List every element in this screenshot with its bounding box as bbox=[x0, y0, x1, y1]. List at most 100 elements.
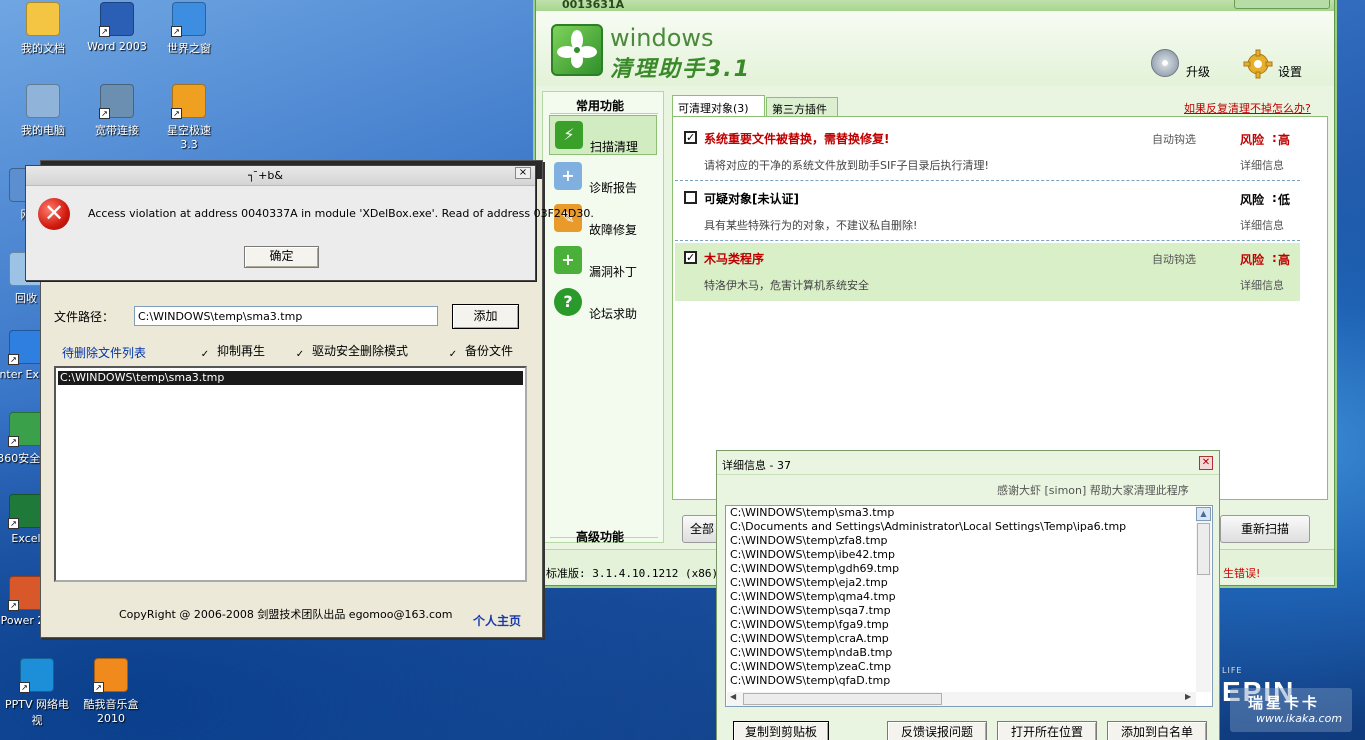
error-ok-button[interactable]: 确定 bbox=[244, 246, 319, 268]
risk-level: 低 bbox=[1278, 193, 1291, 207]
desktop-icon-label: Word 2003 bbox=[87, 40, 147, 53]
detail-titlebar[interactable] bbox=[717, 451, 1219, 475]
risk-sep: : bbox=[1272, 191, 1277, 205]
detail-file-row[interactable]: C:\WINDOWS\temp\ndaB.tmp bbox=[730, 646, 892, 660]
tab-cleanable[interactable]: 可清理对象(3) bbox=[672, 95, 765, 117]
detail-file-row[interactable]: C:\Documents and Settings\Administrator\… bbox=[730, 520, 1126, 534]
desktop-icon[interactable]: ↗ 宽带连接 bbox=[85, 84, 149, 138]
report-icon: + bbox=[554, 162, 582, 190]
result-item[interactable]: 可疑对象[未认证] 风险: 低具有某些特殊行为的对象，不建议私自删除! 详细信息 bbox=[675, 183, 1300, 241]
detail-action-button[interactable]: 打开所在位置 bbox=[997, 721, 1097, 740]
shortcut-arrow-icon: ↗ bbox=[99, 26, 110, 37]
delete-file-list[interactable] bbox=[54, 366, 527, 582]
checkbox-box[interactable]: ✓ bbox=[294, 350, 306, 362]
result-item[interactable]: ✓ 木马类程序 自动钩选 风险: 高特洛伊木马，危害计算机系统安全 详细信息 bbox=[675, 243, 1300, 301]
settings-button[interactable]: 设置 bbox=[1243, 49, 1323, 85]
desktop-icon[interactable]: ↗ 酷我音乐盒 2010 bbox=[79, 658, 143, 725]
detail-file-row[interactable]: C:\WINDOWS\temp\sma3.tmp bbox=[730, 506, 894, 520]
detail-file-row[interactable]: C:\WINDOWS\temp\eja2.tmp bbox=[730, 576, 888, 590]
detail-file-row[interactable]: C:\WINDOWS\temp\fga9.tmp bbox=[730, 618, 889, 632]
detail-action-button[interactable]: 复制到剪贴板 bbox=[733, 721, 829, 740]
shortcut-arrow-icon: ↗ bbox=[19, 682, 30, 693]
status-error[interactable]: 生错误! bbox=[1223, 565, 1260, 581]
sidebar-item[interactable]: + 诊断报告 bbox=[549, 157, 657, 197]
detail-file-row[interactable]: C:\WINDOWS\temp\craA.tmp bbox=[730, 632, 889, 646]
item-description: 特洛伊木马，危害计算机系统安全 bbox=[704, 279, 869, 292]
sidebar-item[interactable]: ⚡ 扫描清理 bbox=[549, 115, 657, 155]
brand-life-text: LIFE bbox=[1222, 666, 1243, 675]
shortcut-arrow-icon: ↗ bbox=[8, 518, 19, 529]
sidebar-item[interactable]: ? 论坛求助 bbox=[549, 283, 657, 323]
scroll-left-arrow-icon[interactable]: ◀ bbox=[730, 692, 736, 701]
watermark-logo: 瑞星卡卡 bbox=[1248, 694, 1321, 712]
detail-action-button[interactable]: 反馈误报问题 bbox=[887, 721, 987, 740]
shortcut-arrow-icon: ↗ bbox=[171, 108, 182, 119]
item-checkbox[interactable]: ✓ bbox=[684, 131, 697, 144]
hscroll-thumb[interactable] bbox=[743, 693, 942, 705]
sidebar-item-label: 故障修复 bbox=[589, 223, 638, 237]
file-list-row[interactable]: C:\WINDOWS\temp\sma3.tmp bbox=[58, 371, 523, 385]
shortcut-arrow-icon: ↗ bbox=[8, 354, 19, 365]
shortcut-arrow-icon: ↗ bbox=[8, 600, 19, 611]
desktop-icon-label: 星空极速 3.3 bbox=[167, 124, 211, 151]
detail-link[interactable]: 详细信息 bbox=[1240, 277, 1284, 293]
desktop-icon[interactable]: ↗ Word 2003 bbox=[85, 2, 149, 53]
cd-upgrade-icon bbox=[1151, 49, 1179, 77]
detail-link[interactable]: 详细信息 bbox=[1240, 217, 1284, 233]
desktop-icon[interactable]: 我的电脑 bbox=[11, 84, 75, 138]
gear-settings-icon bbox=[1243, 49, 1273, 79]
tab-plugins[interactable]: 第三方插件 bbox=[766, 97, 838, 117]
detail-hscrollbar[interactable]: ◀ ▶ bbox=[727, 692, 1196, 706]
detail-close-button[interactable]: ✕ bbox=[1199, 456, 1213, 470]
detail-file-row[interactable]: C:\WINDOWS\temp\sqa7.tmp bbox=[730, 604, 891, 618]
folder-documents-icon bbox=[26, 2, 60, 36]
checkbox-box[interactable]: ✓ bbox=[199, 350, 211, 362]
advanced-features-label[interactable]: 高级功能 bbox=[576, 528, 624, 545]
item-checkbox[interactable] bbox=[684, 191, 697, 204]
detail-action-button[interactable]: 添加到白名单 bbox=[1107, 721, 1207, 740]
computer-icon bbox=[26, 84, 60, 118]
desktop-icon[interactable]: ↗ 星空极速 3.3 bbox=[157, 84, 221, 151]
detail-file-row[interactable]: C:\WINDOWS\temp\ibe42.tmp bbox=[730, 548, 895, 562]
scroll-up-arrow-icon[interactable]: ▲ bbox=[1196, 507, 1211, 521]
desktop-icon[interactable]: ↗ 世界之窗 bbox=[157, 2, 221, 56]
desktop-icon-label: 世界之窗 bbox=[167, 42, 211, 55]
checkbox-box[interactable]: ✓ bbox=[447, 350, 459, 362]
option-checkbox[interactable]: ✓ 抑制再生 bbox=[199, 342, 265, 362]
cleaner-titlebar[interactable] bbox=[536, 0, 1334, 11]
add-file-button[interactable]: 添加 bbox=[452, 304, 519, 329]
detail-file-row[interactable]: C:\WINDOWS\temp\qma4.tmp bbox=[730, 590, 896, 604]
item-checkbox[interactable]: ✓ bbox=[684, 251, 697, 264]
upgrade-button[interactable]: 升级 bbox=[1151, 49, 1231, 85]
risk-label: 风险 bbox=[1240, 193, 1265, 207]
shortcut-arrow-icon: ↗ bbox=[93, 682, 104, 693]
detail-file-row[interactable]: C:\WINDOWS\temp\zeaC.tmp bbox=[730, 660, 891, 674]
desktop-icon[interactable]: ↗ PPTV 网络电视 bbox=[5, 658, 69, 728]
scroll-thumb[interactable] bbox=[1197, 523, 1210, 575]
path-label: 文件路径： bbox=[54, 310, 115, 324]
window-controls[interactable] bbox=[1234, 0, 1330, 9]
browser-globe-icon: ↗ bbox=[171, 2, 206, 37]
error-close-button[interactable]: × bbox=[515, 167, 531, 179]
rescan-button[interactable]: 重新扫描 bbox=[1220, 515, 1310, 543]
detail-vscrollbar[interactable]: ▲ bbox=[1196, 507, 1211, 692]
result-item[interactable]: ✓ 系统重要文件被替换，需替换修复! 自动钩选 风险: 高请将对应的干净的系统文件放到助… bbox=[675, 123, 1300, 181]
help-link[interactable]: 如果反复清理不掉怎么办? bbox=[1184, 100, 1311, 116]
logo-text-cn: 清理助手3.1 bbox=[610, 57, 751, 82]
home-page-link[interactable]: 个人主页 bbox=[473, 612, 521, 629]
scroll-right-arrow-icon[interactable]: ▶ bbox=[1185, 692, 1191, 701]
detail-file-row[interactable]: C:\WINDOWS\temp\zfa8.tmp bbox=[730, 534, 888, 548]
error-dialog: ┐ ̄+b& × ✕ Access violation at address 0… bbox=[25, 165, 594, 281]
detail-file-row[interactable]: C:\WINDOWS\temp\gdh69.tmp bbox=[730, 562, 899, 576]
detail-action-label: 复制到剪贴板 bbox=[744, 725, 817, 739]
sidebar-item[interactable]: + 漏洞补丁 bbox=[549, 241, 657, 281]
cleaner-title: 0013631A bbox=[562, 0, 625, 11]
desktop-icon[interactable]: 我的文档 bbox=[11, 2, 75, 56]
option-checkbox[interactable]: ✓ 备份文件 bbox=[447, 342, 513, 362]
detail-link[interactable]: 详细信息 bbox=[1240, 157, 1284, 173]
detail-file-row[interactable]: C:\WINDOWS\temp\qfaD.tmp bbox=[730, 674, 890, 688]
option-checkbox[interactable]: ✓ 驱动安全删除模式 bbox=[294, 342, 408, 362]
desktop-icon-label: 我的电脑 bbox=[21, 124, 65, 137]
error-ok-label: 确定 bbox=[269, 249, 294, 263]
path-input[interactable] bbox=[134, 306, 438, 326]
